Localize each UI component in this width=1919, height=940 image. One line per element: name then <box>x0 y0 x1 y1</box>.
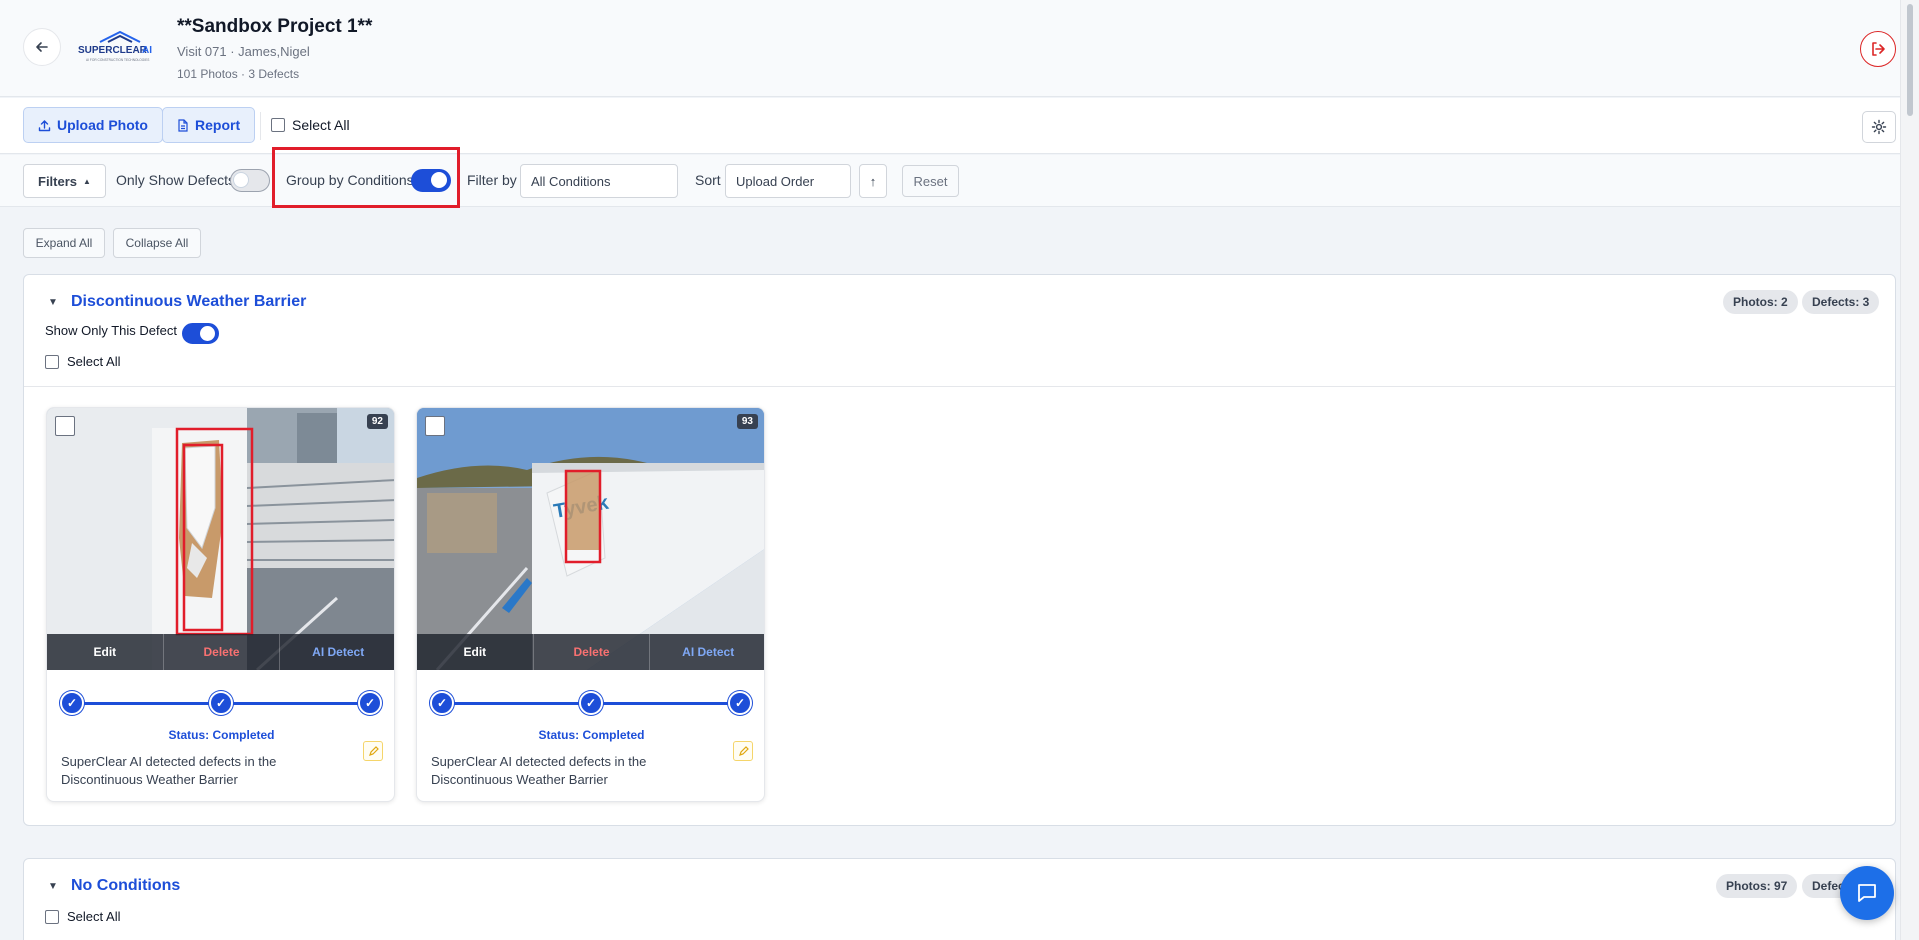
reset-button[interactable]: Reset <box>902 165 959 197</box>
superclear-logo: SUPERCLEAR AI AI FOR CONSTRUCTION TECHNO… <box>78 30 160 64</box>
group-header: ▼ Discontinuous Weather Barrier Photos: … <box>24 275 1895 387</box>
status-progress: ✓ ✓ ✓ <box>430 691 752 715</box>
filters-label: Filters <box>38 173 78 189</box>
photos-count-badge: Photos: 97 <box>1716 874 1798 898</box>
defects-count-badge: Defects: 3 <box>1802 290 1880 314</box>
group-select-all-label: Select All <box>67 354 121 369</box>
back-button[interactable] <box>23 28 61 66</box>
group-select-all-checkbox[interactable] <box>45 354 59 369</box>
toolbar-divider <box>260 112 261 140</box>
ai-detect-button[interactable]: AI Detect <box>650 634 764 670</box>
settings-button[interactable] <box>1862 111 1896 143</box>
show-only-this-defect-label: Show Only This Defect <box>45 323 177 338</box>
group-select-all-label: Select All <box>67 909 121 924</box>
show-only-this-defect-row: Show Only This Defect <box>45 323 177 338</box>
report-label: Report <box>195 117 241 133</box>
group-title[interactable]: No Conditions <box>71 877 180 895</box>
photo-description: SuperClear AI detected defects in the Di… <box>61 754 277 787</box>
photo-description: SuperClear AI detected defects in the Di… <box>431 754 647 787</box>
select-all-label: Select All <box>292 117 350 133</box>
condition-group-no-conditions: ▼ No Conditions Photos: 97 Defects: 0 Se… <box>23 858 1896 940</box>
app-header: SUPERCLEAR AI AI FOR CONSTRUCTION TECHNO… <box>0 0 1900 97</box>
condition-group-weather-barrier: ▼ Discontinuous Weather Barrier Photos: … <box>23 274 1896 826</box>
pencil-icon <box>738 745 749 756</box>
svg-text:AI FOR CONSTRUCTION TECHNOLOGI: AI FOR CONSTRUCTION TECHNOLOGIES <box>86 58 149 62</box>
delete-button[interactable]: Delete <box>534 634 651 670</box>
toolbar-select-all[interactable]: Select All <box>271 117 350 133</box>
arrow-left-icon <box>36 42 48 52</box>
report-button[interactable]: Report <box>162 107 256 143</box>
project-title: **Sandbox Project 1** <box>177 16 373 37</box>
edit-description-button[interactable] <box>363 741 383 761</box>
caret-down-icon[interactable]: ▼ <box>48 881 58 892</box>
delete-button[interactable]: Delete <box>164 634 281 670</box>
status-text: Status: Completed <box>168 728 275 742</box>
edit-description-button[interactable] <box>733 741 753 761</box>
photo-action-bar: Edit Delete AI Detect <box>47 634 394 670</box>
status-progress: ✓ ✓ ✓ <box>60 691 382 715</box>
photo-card[interactable]: Tyvek 93 Edit Delete AI Detect ✓ ✓ ✓ Sta… <box>416 407 765 802</box>
photo-action-bar: Edit Delete AI Detect <box>417 634 764 670</box>
upload-photo-button[interactable]: Upload Photo <box>23 107 163 143</box>
page-scrollbar[interactable] <box>1900 0 1919 940</box>
caret-up-icon: ▲ <box>83 176 91 186</box>
toolbar: Upload Photo Report Select All <box>0 98 1900 154</box>
ai-detect-button[interactable]: AI Detect <box>280 634 394 670</box>
step-complete-icon: ✓ <box>209 691 233 715</box>
photo-select-checkbox[interactable] <box>425 416 445 436</box>
chat-button[interactable] <box>1840 866 1894 920</box>
show-only-this-defect-toggle[interactable] <box>182 323 219 344</box>
edit-button[interactable]: Edit <box>417 634 534 670</box>
caret-down-icon[interactable]: ▼ <box>48 297 58 308</box>
expand-all-button[interactable]: Expand All <box>23 228 105 258</box>
group-select-all-row[interactable]: Select All <box>45 354 120 369</box>
chat-bubble-icon <box>1858 884 1876 902</box>
photo-card[interactable]: 92 Edit Delete AI Detect ✓ ✓ ✓ Status: C… <box>46 407 395 802</box>
photo-select-checkbox[interactable] <box>55 416 75 436</box>
group-select-all-checkbox[interactable] <box>45 909 59 924</box>
photo-number-badge: 92 <box>366 414 388 429</box>
group-select-all-row[interactable]: Select All <box>45 909 120 924</box>
photos-count-badge: Photos: 2 <box>1723 290 1798 314</box>
filters-button[interactable]: Filters ▲ <box>23 164 106 198</box>
step-complete-icon: ✓ <box>579 691 603 715</box>
filter-by-label: Filter by <box>467 172 517 188</box>
sort-label: Sort <box>695 172 721 188</box>
status-text: Status: Completed <box>538 728 645 742</box>
gear-icon <box>1871 119 1887 135</box>
upload-photo-label: Upload Photo <box>57 117 148 133</box>
step-complete-icon: ✓ <box>430 691 454 715</box>
annotation-highlight-box <box>272 147 460 208</box>
select-all-checkbox[interactable] <box>271 118 285 132</box>
edit-button[interactable]: Edit <box>47 634 164 670</box>
scroll-thumb[interactable] <box>1907 4 1913 116</box>
only-show-defects-label: Only Show Defects <box>116 172 236 188</box>
photo-number-badge: 93 <box>736 414 758 429</box>
group-title[interactable]: Discontinuous Weather Barrier <box>71 293 306 311</box>
photo-defect-counts: 101 Photos · 3 Defects <box>177 67 300 81</box>
sort-select[interactable]: Upload Order <box>725 164 851 198</box>
photo-thumbnail[interactable]: 92 Edit Delete AI Detect <box>47 408 394 670</box>
step-complete-icon: ✓ <box>60 691 84 715</box>
only-show-defects-toggle[interactable] <box>230 169 270 192</box>
logout-button[interactable] <box>1860 31 1896 67</box>
svg-text:SUPERCLEAR: SUPERCLEAR <box>78 45 148 56</box>
step-complete-icon: ✓ <box>358 691 382 715</box>
svg-text:AI: AI <box>142 45 152 56</box>
photo-thumbnail[interactable]: Tyvek 93 Edit Delete AI Detect <box>417 408 764 670</box>
pencil-icon <box>368 745 379 756</box>
visit-info: Visit 071 · James,Nigel <box>177 44 310 59</box>
document-icon <box>178 118 188 132</box>
sort-direction-button[interactable]: ↑ <box>859 164 887 198</box>
collapse-all-button[interactable]: Collapse All <box>113 228 201 258</box>
filter-by-select[interactable]: All Conditions <box>520 164 678 198</box>
upload-icon <box>38 119 51 131</box>
step-complete-icon: ✓ <box>728 691 752 715</box>
logout-icon <box>1872 42 1885 56</box>
